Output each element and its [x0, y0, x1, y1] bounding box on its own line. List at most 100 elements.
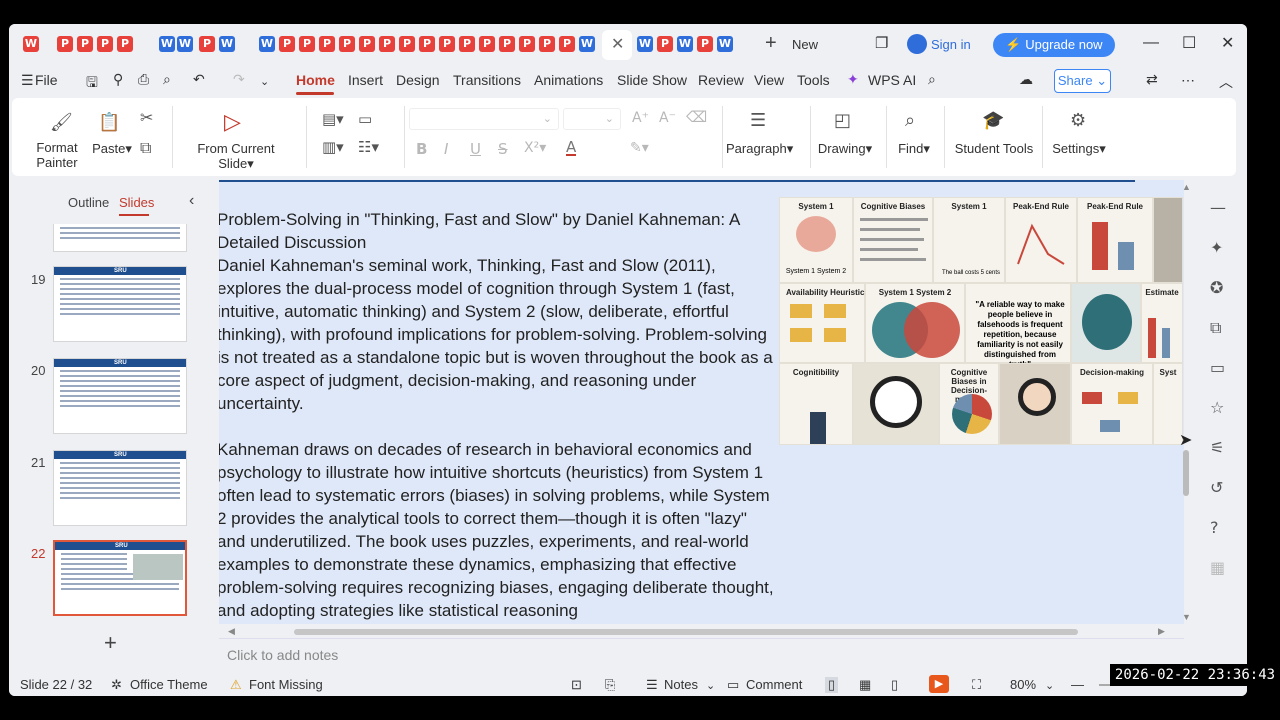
- notes-mode-icon[interactable]: ⎘: [605, 677, 615, 693]
- menu-animations[interactable]: Animations: [534, 72, 603, 88]
- search-icon[interactable]: ⌕: [928, 72, 936, 88]
- close-tab-icon[interactable]: ✕: [611, 34, 624, 54]
- slide-thumbnail-20[interactable]: SRU: [53, 358, 187, 434]
- document-tab[interactable]: P: [459, 36, 475, 52]
- notes-chevron-icon[interactable]: ⌄: [706, 679, 715, 692]
- shape-effects-icon[interactable]: ✪: [1210, 278, 1223, 297]
- slide-infographic-image[interactable]: System 1 System 1 System 2 Cognitive Bias…: [779, 197, 1183, 445]
- adjust-sliders-icon[interactable]: ⚟: [1210, 438, 1224, 457]
- document-tab[interactable]: P: [697, 36, 713, 52]
- drawing-button[interactable]: Drawing▾: [816, 141, 874, 157]
- window-restore-icon[interactable]: ❐: [875, 34, 888, 52]
- strikethrough-icon[interactable]: S: [498, 140, 508, 158]
- menu-view[interactable]: View: [754, 72, 784, 88]
- zoom-out-icon[interactable]: —: [1071, 677, 1084, 692]
- layout-icon[interactable]: ▭: [358, 110, 372, 128]
- bold-icon[interactable]: B: [416, 140, 427, 158]
- fit-window-icon[interactable]: ⛶: [972, 677, 981, 693]
- document-tab[interactable]: W: [717, 36, 733, 52]
- slide-sorter-icon[interactable]: ▦: [859, 677, 871, 693]
- slide-thumbnail-22[interactable]: SRU: [53, 540, 187, 616]
- font-color-icon[interactable]: A: [566, 138, 577, 156]
- document-tab[interactable]: P: [399, 36, 415, 52]
- star-icon[interactable]: ☆: [1210, 398, 1224, 417]
- vertical-scrollbar[interactable]: ▲ ▼: [1182, 180, 1196, 624]
- scroll-left-icon[interactable]: ◀: [228, 626, 235, 637]
- collapse-panel-icon[interactable]: ‹: [189, 192, 194, 210]
- document-tab[interactable]: P: [279, 36, 295, 52]
- slide-show-play-icon[interactable]: ▶: [929, 675, 949, 693]
- new-tab-plus-icon[interactable]: +: [765, 32, 777, 55]
- horizontal-scrollbar[interactable]: ◀ ▶: [222, 626, 1170, 638]
- menu-home[interactable]: Home: [296, 72, 335, 88]
- cloud-sync-icon[interactable]: ☁: [1019, 72, 1033, 88]
- history-icon[interactable]: ↺: [1210, 478, 1223, 497]
- active-tab[interactable]: ✕: [602, 30, 632, 60]
- superscript-icon[interactable]: X²▾: [524, 140, 546, 156]
- student-tools-button[interactable]: Student Tools: [952, 141, 1036, 156]
- underline-icon[interactable]: U: [470, 140, 481, 158]
- user-avatar-icon[interactable]: [907, 34, 927, 54]
- document-tab[interactable]: P: [539, 36, 555, 52]
- document-tab[interactable]: P: [97, 36, 113, 52]
- settings-button[interactable]: Settings▾: [1048, 141, 1110, 157]
- add-slide-plus-icon[interactable]: +: [104, 630, 117, 656]
- document-tab[interactable]: P: [77, 36, 93, 52]
- notes-placeholder[interactable]: Click to add notes: [227, 647, 338, 663]
- clear-format-icon[interactable]: ⌫: [686, 108, 707, 126]
- menu-tools[interactable]: Tools: [797, 72, 830, 88]
- maximize-icon[interactable]: ☐: [1182, 33, 1196, 53]
- font-size-dropdown[interactable]: ⌄: [563, 108, 621, 130]
- document-tab[interactable]: W: [177, 36, 193, 52]
- reset-icon[interactable]: ☷▾: [358, 138, 379, 156]
- help-icon[interactable]: ?: [1210, 518, 1219, 537]
- more-quick-chevron-icon[interactable]: ⌄: [260, 75, 269, 88]
- office-theme-label[interactable]: Office Theme: [130, 677, 208, 692]
- horizontal-scroll-thumb[interactable]: [294, 629, 1078, 635]
- document-tab[interactable]: P: [359, 36, 375, 52]
- menu-insert[interactable]: Insert: [348, 72, 383, 88]
- fit-slide-icon[interactable]: ⊡: [571, 677, 582, 693]
- document-tab[interactable]: P: [439, 36, 455, 52]
- decrease-font-icon[interactable]: A⁻: [659, 110, 676, 126]
- copy-icon[interactable]: ⧉: [140, 138, 151, 158]
- document-tab[interactable]: P: [57, 36, 73, 52]
- document-tab[interactable]: P: [319, 36, 335, 52]
- new-slide-icon[interactable]: ▤▾: [322, 110, 344, 128]
- notes-pane[interactable]: Click to add notes: [219, 638, 1184, 672]
- document-tab[interactable]: P: [339, 36, 355, 52]
- menu-design[interactable]: Design: [396, 72, 440, 88]
- document-tab[interactable]: P: [519, 36, 535, 52]
- document-tab[interactable]: P: [299, 36, 315, 52]
- grid-apps-icon[interactable]: ▦: [1210, 558, 1225, 577]
- file-menu[interactable]: File: [35, 72, 58, 88]
- cut-icon[interactable]: ✂: [140, 108, 153, 127]
- vertical-scroll-thumb[interactable]: [1183, 450, 1189, 496]
- collaborate-icon[interactable]: ⇄: [1146, 72, 1158, 88]
- duplicate-icon[interactable]: ⧉: [1210, 318, 1221, 338]
- slide-canvas[interactable]: Problem-Solving in "Thinking, Fast and S…: [219, 180, 1184, 624]
- print-preview-icon[interactable]: ⌕: [163, 72, 171, 88]
- slide-text-box[interactable]: Problem-Solving in "Thinking, Fast and S…: [219, 208, 777, 622]
- document-tab[interactable]: W: [219, 36, 235, 52]
- italic-icon[interactable]: I: [444, 140, 448, 158]
- sign-in-link[interactable]: Sign in: [931, 37, 971, 52]
- new-tab-label[interactable]: New: [792, 37, 818, 52]
- menu-review[interactable]: Review: [698, 72, 744, 88]
- slide-thumbnail-19[interactable]: SRU: [53, 266, 187, 342]
- paste-button[interactable]: Paste▾: [90, 141, 134, 157]
- font-missing-label[interactable]: Font Missing: [249, 677, 323, 692]
- zoom-level[interactable]: 80%: [1010, 677, 1036, 692]
- zoom-chevron-icon[interactable]: ⌄: [1045, 679, 1054, 692]
- document-tab[interactable]: W: [579, 36, 595, 52]
- document-tab[interactable]: W: [677, 36, 693, 52]
- comment-toggle[interactable]: Comment: [746, 677, 802, 692]
- menu-slide-show[interactable]: Slide Show: [617, 72, 687, 88]
- document-tab[interactable]: P: [379, 36, 395, 52]
- scroll-down-icon[interactable]: ▼: [1182, 612, 1191, 622]
- tab-slides[interactable]: Slides: [119, 195, 154, 210]
- section-icon[interactable]: ▥▾: [322, 138, 344, 156]
- font-family-dropdown[interactable]: ⌄: [409, 108, 559, 130]
- hamburger-icon[interactable]: ☰: [21, 72, 34, 89]
- comment-bubble-icon[interactable]: ▭: [1210, 358, 1225, 377]
